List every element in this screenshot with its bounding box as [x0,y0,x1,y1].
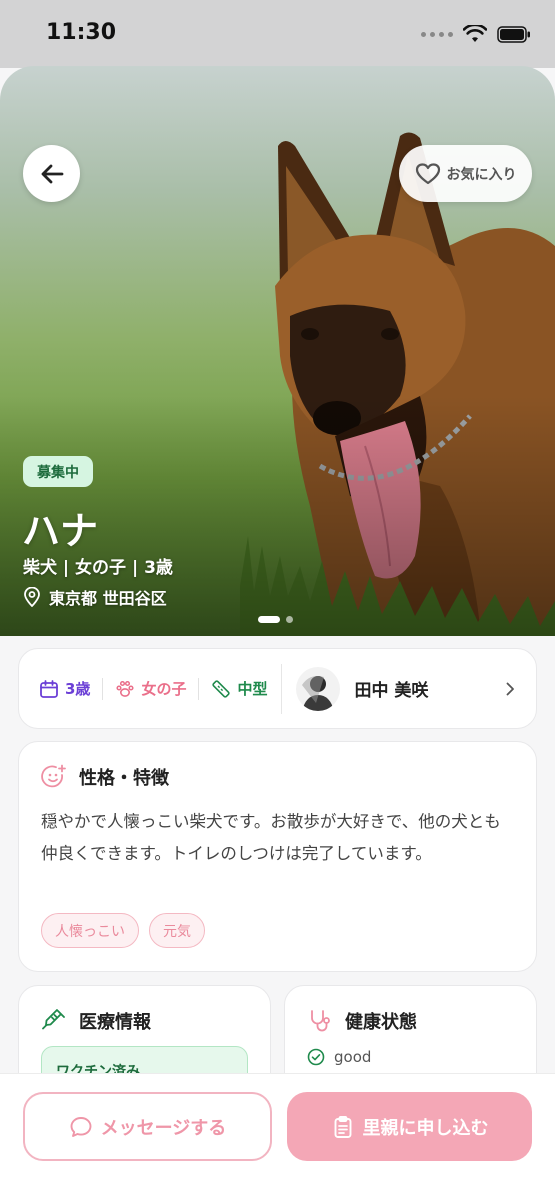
message-label: メッセージする [100,1117,227,1139]
carousel-dot[interactable] [286,616,293,623]
bottom-action-bar: メッセージする 里親に申し込む [0,1073,555,1200]
gender-value: 女の子 [141,680,187,698]
age-chip: 3歳 [39,678,90,699]
avatar-photo [296,666,341,711]
owner-divider [281,663,283,714]
owner-avatar[interactable] [296,666,341,711]
arrow-left-icon [41,164,63,183]
message-button[interactable]: メッセージする [23,1092,272,1161]
location-text: 東京都 世田谷区 [49,589,167,608]
heart-icon [415,162,440,184]
chevron-right-icon[interactable] [502,681,518,697]
ruler-icon [212,679,231,698]
wifi-icon [463,25,487,42]
clipboard-icon [334,1115,351,1138]
smile-sparkle-icon [41,764,66,788]
apply-label: 里親に申し込む [362,1117,489,1139]
stethoscope-icon [311,1010,330,1032]
size-chip: 中型 [211,678,267,699]
personality-tag: 人懐っこい [41,913,139,948]
owner-name[interactable]: 田中 美咲 [354,676,428,701]
chip-divider [102,677,104,700]
personality-description: 穏やかで人懐っこい柴犬です。お散歩が大好きで、他の犬とも仲良くできます。トイレの… [41,812,501,863]
personality-tag: 元気 [149,913,205,948]
health-header: 健康状態 [307,1008,417,1034]
status-badge: 募集中 [23,456,93,487]
paw-icon [116,680,134,697]
signal-dots-icon [421,31,453,37]
status-time: 11:30 [46,20,117,45]
pet-name: ハナ [22,509,99,553]
calendar-icon [40,679,58,698]
chip-divider [198,677,200,700]
age-value: 3歳 [65,680,91,698]
health-status-text: good [334,1048,372,1066]
health-status: good [307,1048,371,1066]
check-circle-icon [307,1048,325,1066]
status-icons [421,25,531,43]
medical-title: 医療情報 [79,1012,151,1033]
favorite-label: お気に入り [446,166,517,183]
battery-icon [497,25,530,43]
carousel-indicator[interactable] [258,616,293,623]
status-bar: 11:30 [0,0,555,68]
quick-info-card: 3歳 女の子 中型 田中 美咲 [18,648,537,729]
apply-button[interactable]: 里親に申し込む [287,1092,532,1161]
size-value: 中型 [237,680,268,698]
pet-summary: 柴犬 | 女の子 | 3歳 [23,558,173,578]
gender-chip: 女の子 [115,678,186,699]
favorite-button[interactable]: お気に入り [399,145,532,202]
carousel-dot-active[interactable] [258,616,280,623]
chat-bubble-icon [70,1116,92,1137]
medical-header: 医療情報 [41,1008,151,1034]
personality-header: 性格・特徴 [41,764,169,790]
personality-title: 性格・特徴 [79,768,169,789]
personality-tags: 人懐っこい 元気 [41,913,205,948]
pet-location: 東京都 世田谷区 [23,585,167,609]
health-title: 健康状態 [345,1012,417,1033]
map-pin-icon [24,587,40,607]
personality-card: 性格・特徴 穏やかで人懐っこい柴犬です。お散歩が大好きで、他の犬とも仲良くできま… [18,741,537,972]
syringe-icon [42,1009,65,1030]
back-button[interactable] [23,145,80,202]
